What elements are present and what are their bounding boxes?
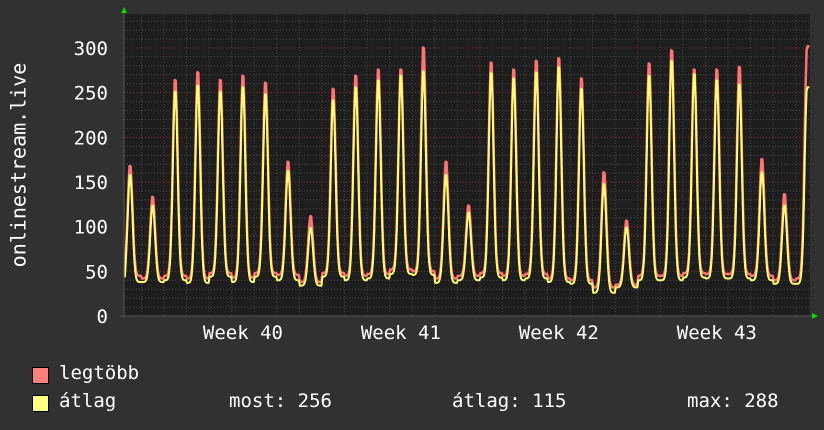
y-tick-label: 0 xyxy=(97,306,108,328)
y-tick-label: 250 xyxy=(74,83,108,105)
stat-max-label: max: xyxy=(687,390,733,412)
y-axis-ticks: 0 50 100 150 200 250 300 xyxy=(74,38,108,328)
x-tick-label: Week 40 xyxy=(203,322,283,344)
x-tick-label: Week 41 xyxy=(361,322,441,344)
y-tick-label: 100 xyxy=(74,217,108,239)
y-tick-label: 50 xyxy=(85,261,108,283)
stat-most-value: 256 xyxy=(297,390,332,412)
stat-max-value: 288 xyxy=(744,390,779,412)
stat-atlag-label: átlag: xyxy=(452,390,521,412)
stat-max: max: 288 xyxy=(687,390,779,412)
x-tick-label: Week 42 xyxy=(519,322,599,344)
legend-label-atlag: átlag xyxy=(59,390,117,412)
chart-container: 0 50 100 150 200 250 300 Week 40 Week 41 Week 42… xyxy=(0,0,824,430)
legend-swatch-legtobb xyxy=(32,367,49,384)
legend-label-legtobb: legtöbb xyxy=(59,362,140,384)
legend-swatch-atlag xyxy=(32,395,49,412)
y-axis-arrow-icon xyxy=(121,7,127,13)
stat-most: most: 256 xyxy=(229,390,332,412)
y-tick-label: 300 xyxy=(74,38,108,60)
y-axis-label: onlinestream.live xyxy=(7,63,31,268)
x-axis-arrow-icon xyxy=(812,313,818,319)
y-tick-label: 200 xyxy=(74,127,108,149)
y-tick-label: 150 xyxy=(74,172,108,194)
stat-atlag-value: 115 xyxy=(532,390,567,412)
stat-atlag: átlag: 115 xyxy=(452,390,566,412)
x-tick-label: Week 43 xyxy=(677,322,757,344)
x-axis-ticks: Week 40 Week 41 Week 42 Week 43 xyxy=(203,322,757,344)
stat-most-label: most: xyxy=(229,390,287,412)
